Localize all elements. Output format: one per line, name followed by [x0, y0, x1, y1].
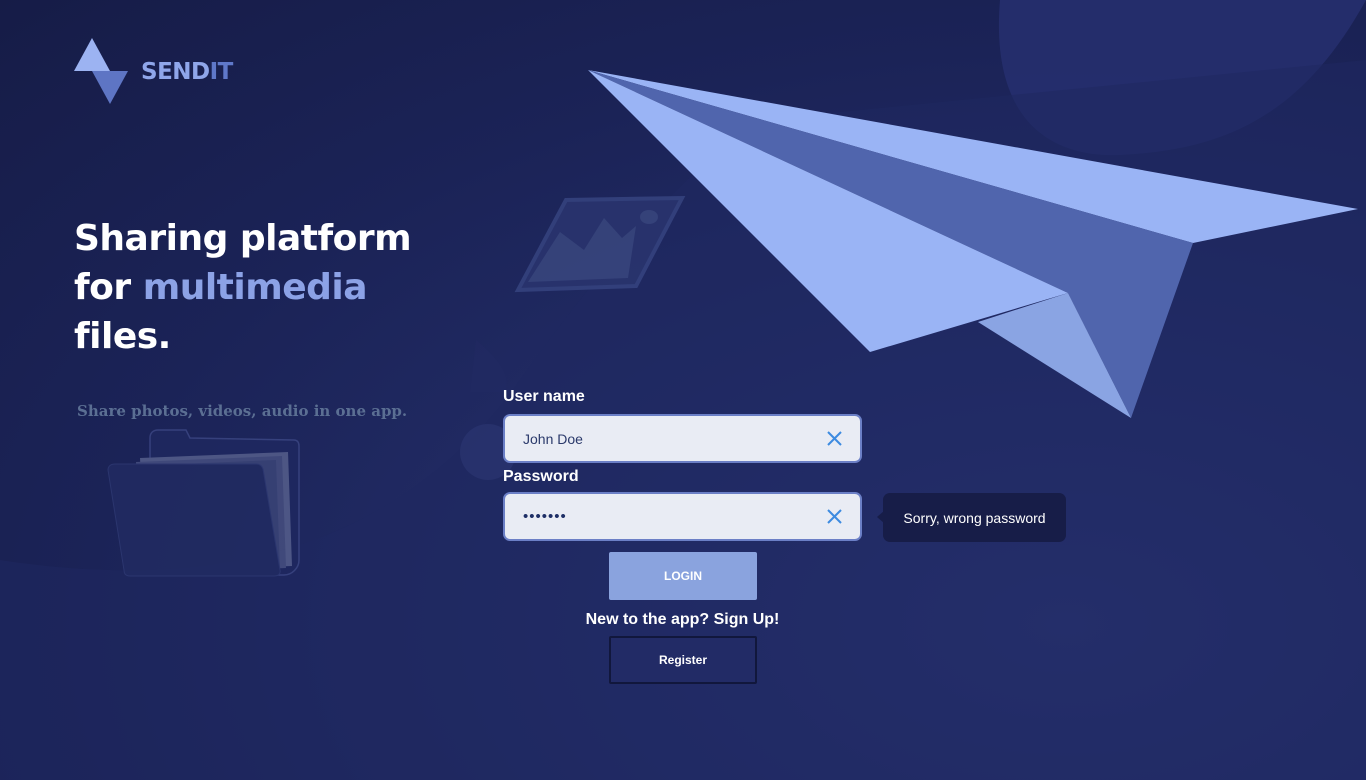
password-label: Password	[503, 468, 579, 485]
hero-line-2: for multimedia	[74, 263, 454, 312]
hero-line-1: Sharing platform	[74, 218, 412, 259]
password-field[interactable]	[503, 492, 862, 541]
brand-name: SENDIT	[141, 59, 233, 85]
hero-subtitle: Share photos, videos, audio in one app.	[77, 402, 408, 420]
brand-name-part2: IT	[209, 59, 234, 85]
username-field[interactable]	[503, 414, 862, 463]
hero-line-2-prefix: for	[74, 267, 143, 308]
login-button[interactable]: LOGIN	[609, 552, 757, 600]
username-label: User name	[503, 388, 585, 405]
login-page: SENDIT Sharing platform for multimedia f…	[0, 0, 1366, 780]
brand-logo[interactable]: SENDIT	[74, 38, 244, 108]
register-button[interactable]: Register	[609, 636, 757, 684]
username-input[interactable]	[523, 416, 813, 461]
brand-name-part1: SEND	[141, 59, 210, 85]
sendit-triangle-logo-icon	[74, 38, 128, 104]
close-icon[interactable]	[826, 430, 843, 447]
password-input[interactable]	[523, 494, 813, 539]
error-tooltip: Sorry, wrong password	[877, 493, 1066, 542]
signup-prompt: New to the app? Sign Up!	[585, 611, 780, 628]
folder-icon	[107, 429, 300, 577]
hero-headline: Sharing platform for multimedia files.	[74, 214, 454, 361]
hero-line-3: files.	[74, 316, 171, 357]
hero-line-2-accent: multimedia	[142, 267, 368, 308]
close-icon[interactable]	[826, 508, 843, 525]
